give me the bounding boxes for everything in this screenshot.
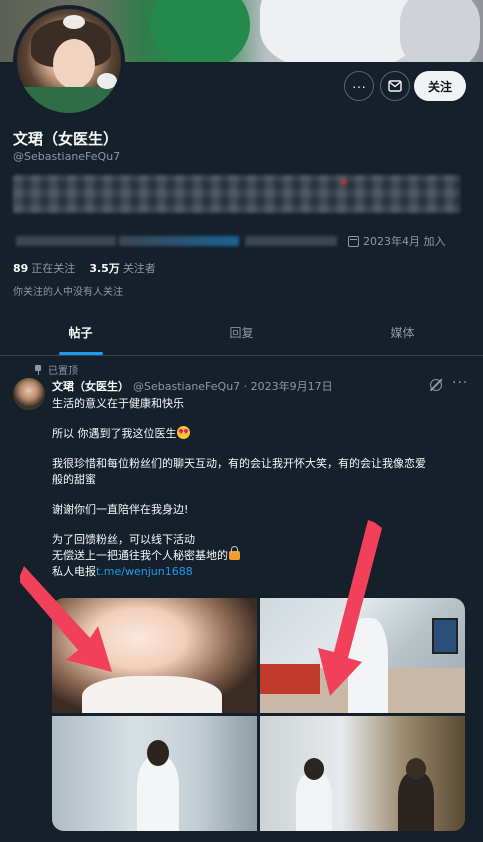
post-line: 所以 你遇到了我这位医生 — [52, 426, 462, 442]
join-date: 2023年4月 加入 — [348, 233, 446, 249]
post-more-icon[interactable]: ··· — [452, 375, 468, 391]
calendar-icon — [348, 235, 359, 247]
join-date-text: 2023年4月 加入 — [363, 235, 446, 248]
profile-name: 文珺（女医生） — [13, 130, 119, 148]
mail-icon — [388, 80, 402, 92]
follow-stats: 89 正在关注 3.5万 关注者 — [13, 260, 156, 276]
blurred-link[interactable] — [119, 236, 239, 246]
post-line: 般的甜蜜 — [52, 473, 96, 486]
follow-button[interactable]: 关注 — [414, 71, 466, 101]
media-photo-2[interactable] — [260, 598, 465, 713]
blurred-location — [16, 236, 116, 246]
post-line: 私人电报t.me/wenjun1688 — [52, 564, 462, 580]
more-button[interactable]: ··· — [344, 71, 374, 101]
post-line: 生活的意义在于健康和快乐 — [52, 397, 184, 410]
profile-meta: 2023年4月 加入 — [13, 233, 473, 249]
post-line: 为了回馈粉丝，可以线下活动 — [52, 533, 195, 546]
banner-shape — [400, 0, 480, 62]
photo-figure-head — [147, 740, 169, 766]
tab-posts[interactable]: 帖子 — [0, 310, 161, 355]
photo-figure — [82, 676, 222, 713]
telegram-link[interactable]: t.me/wenjun1688 — [96, 565, 193, 578]
pin-icon — [34, 364, 42, 375]
post-line-text: 无偿送上一把通往我个人秘密基地的 — [52, 549, 228, 562]
photo-detail — [260, 664, 320, 694]
photo-figure — [137, 756, 179, 831]
media-photo-1[interactable] — [52, 598, 257, 713]
post-header: 文珺（女医生） @SebastianeFeQu7 · 2023年9月17日 — [52, 378, 333, 394]
post-line: 谢谢你们一直陪伴在我身边! — [52, 503, 189, 516]
tab-replies[interactable]: 回复 — [161, 310, 322, 355]
message-button[interactable] — [380, 71, 410, 101]
followers-label: 关注者 — [122, 262, 156, 275]
photo-figure-head — [304, 758, 324, 780]
photo-figure — [296, 772, 332, 831]
following-link[interactable]: 89 正在关注 — [13, 260, 75, 276]
post-line: 我很珍惜和每位粉丝们的聊天互动，有的会让我开怀大笑，有的会让我像恋爱 — [52, 457, 426, 470]
photo-figure — [348, 618, 388, 713]
media-photo-3[interactable] — [52, 716, 257, 831]
following-count: 89 — [13, 262, 29, 275]
tab-media[interactable]: 媒体 — [322, 310, 483, 355]
banner-shape — [150, 0, 250, 62]
following-label: 正在关注 — [31, 262, 76, 275]
profile-tabs: 帖子 回复 媒体 — [0, 310, 483, 356]
media-photo-4[interactable] — [260, 716, 465, 831]
post-author-avatar[interactable] — [13, 378, 45, 410]
post-line: 无偿送上一把通往我个人秘密基地的 — [52, 546, 462, 564]
star-eyes-emoji — [176, 426, 190, 439]
photo-figure — [398, 772, 434, 831]
followers-link[interactable]: 3.5万 关注者 — [89, 260, 156, 276]
blurred-birthday — [245, 236, 337, 246]
mutual-followers-note: 你关注的人中没有人关注 — [13, 287, 123, 298]
profile-handle: @SebastianeFeQu7 — [13, 150, 121, 163]
post-media-grid — [52, 598, 465, 831]
avatar-sticker — [63, 15, 85, 29]
photo-screen — [432, 618, 458, 654]
post-author-handle-date[interactable]: @SebastianeFeQu7 · 2023年9月17日 — [133, 378, 333, 394]
avatar-face — [53, 39, 95, 89]
more-icon: ··· — [352, 78, 366, 94]
avatar-sticker — [97, 73, 117, 89]
followers-count: 3.5万 — [89, 262, 120, 275]
pinned-indicator: 已置顶 — [34, 362, 78, 377]
post-line-text: 所以 你遇到了我这位医生 — [52, 427, 177, 440]
banner-shape — [260, 0, 420, 62]
profile-avatar[interactable] — [13, 5, 125, 117]
avatar-shirt — [17, 87, 121, 113]
photo-figure-head — [406, 758, 426, 780]
key-lock-emoji — [229, 546, 240, 560]
blurred-bio-mark — [341, 179, 347, 185]
grok-icon[interactable] — [430, 379, 442, 391]
post-author-name[interactable]: 文珺（女医生） — [52, 378, 129, 394]
blurred-bio — [13, 175, 460, 213]
post-text: 生活的意义在于健康和快乐 所以 你遇到了我这位医生 我很珍惜和每位粉丝们的聊天互… — [52, 396, 462, 580]
post-line-text: 私人电报 — [52, 565, 96, 578]
pinned-label: 已置顶 — [48, 366, 78, 377]
